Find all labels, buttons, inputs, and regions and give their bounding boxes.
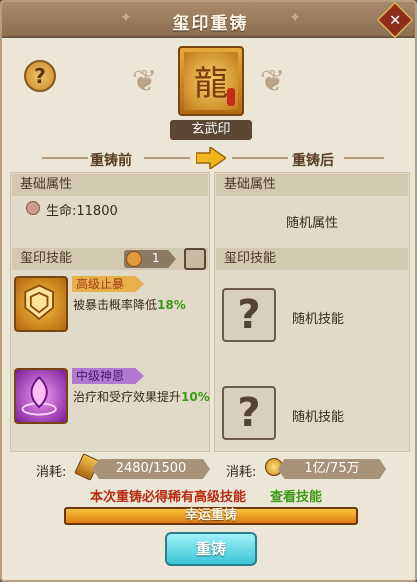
divider [344, 157, 384, 159]
view-skills-link[interactable]: 查看技能 [270, 486, 322, 505]
random-attr-text: 随机属性 [286, 216, 339, 231]
left-skill-header: 玺印技能 [12, 248, 208, 270]
recast-button[interactable]: 重铸 [165, 532, 257, 566]
page-title: 玺印重铸 [172, 14, 249, 34]
coin-cost: 1亿/75万 [278, 459, 386, 479]
divider [42, 157, 88, 159]
close-icon: ✕ [388, 11, 402, 29]
seal-item-icon: 龍 [184, 52, 238, 110]
title-bar: ✦ 玺印重铸 ✦ [2, 2, 415, 38]
skill-lock-checkbox[interactable] [184, 248, 206, 270]
random-skill-2: 随机技能 [292, 410, 345, 425]
tassel-icon [227, 88, 235, 106]
skill-name-1: 高级止暴 [72, 276, 145, 292]
dragon-seal-icon: 龍 [194, 64, 228, 104]
lock-cost-badge: 1 [124, 250, 176, 268]
skill-icon-2[interactable] [14, 368, 68, 424]
stage-after-label: 重铸后 [292, 153, 334, 169]
arrow-right-icon [196, 147, 226, 169]
lucky-recast-button[interactable]: 幸运重铸 [64, 507, 358, 525]
cost-label-right: 消耗: [226, 465, 257, 480]
health-icon [26, 201, 40, 215]
unknown-skill-icon[interactable]: ? [222, 386, 276, 440]
skill-desc-2: 治疗和受疗效果提升10% [73, 390, 210, 404]
seal-item-frame[interactable]: 龍 [178, 46, 244, 116]
seal-name: 玄武印 [170, 120, 252, 140]
right-skill-header: 玺印技能 [216, 248, 408, 270]
skill-desc-1: 被暴击概率降低18% [73, 298, 186, 312]
recast-panel: ✦ 玺印重铸 ✦ ✕ ? ❦ ❦ 龍 玄武印 重铸前 重铸后 基础属性 生命:1… [0, 0, 417, 582]
skill-name-2: 中级神恩 [72, 368, 145, 384]
help-button[interactable]: ? [24, 60, 56, 92]
ornament-right-icon: ✦ [289, 10, 301, 26]
notice-text: 本次重铸必得稀有高级技能 [90, 490, 247, 505]
divider [144, 157, 190, 159]
right-attr-header: 基础属性 [216, 174, 408, 196]
lock-count: 1 [152, 251, 160, 265]
skill-icon-1[interactable] [14, 276, 68, 332]
shield-icon [24, 284, 54, 321]
blessing-icon [21, 376, 57, 416]
swirl-left-icon: ❦ [132, 64, 158, 99]
divider [232, 157, 288, 159]
cost-label-left: 消耗: [36, 465, 67, 480]
material-cost: 2480/1500 [92, 459, 210, 479]
health-value: 生命:11800 [46, 204, 118, 219]
unknown-skill-icon[interactable]: ? [222, 288, 276, 342]
left-attr-header: 基础属性 [12, 174, 208, 196]
lock-coin-icon [126, 251, 142, 267]
swirl-right-icon: ❦ [260, 64, 286, 99]
random-skill-1: 随机技能 [292, 312, 345, 327]
stage-before-label: 重铸前 [90, 153, 132, 169]
